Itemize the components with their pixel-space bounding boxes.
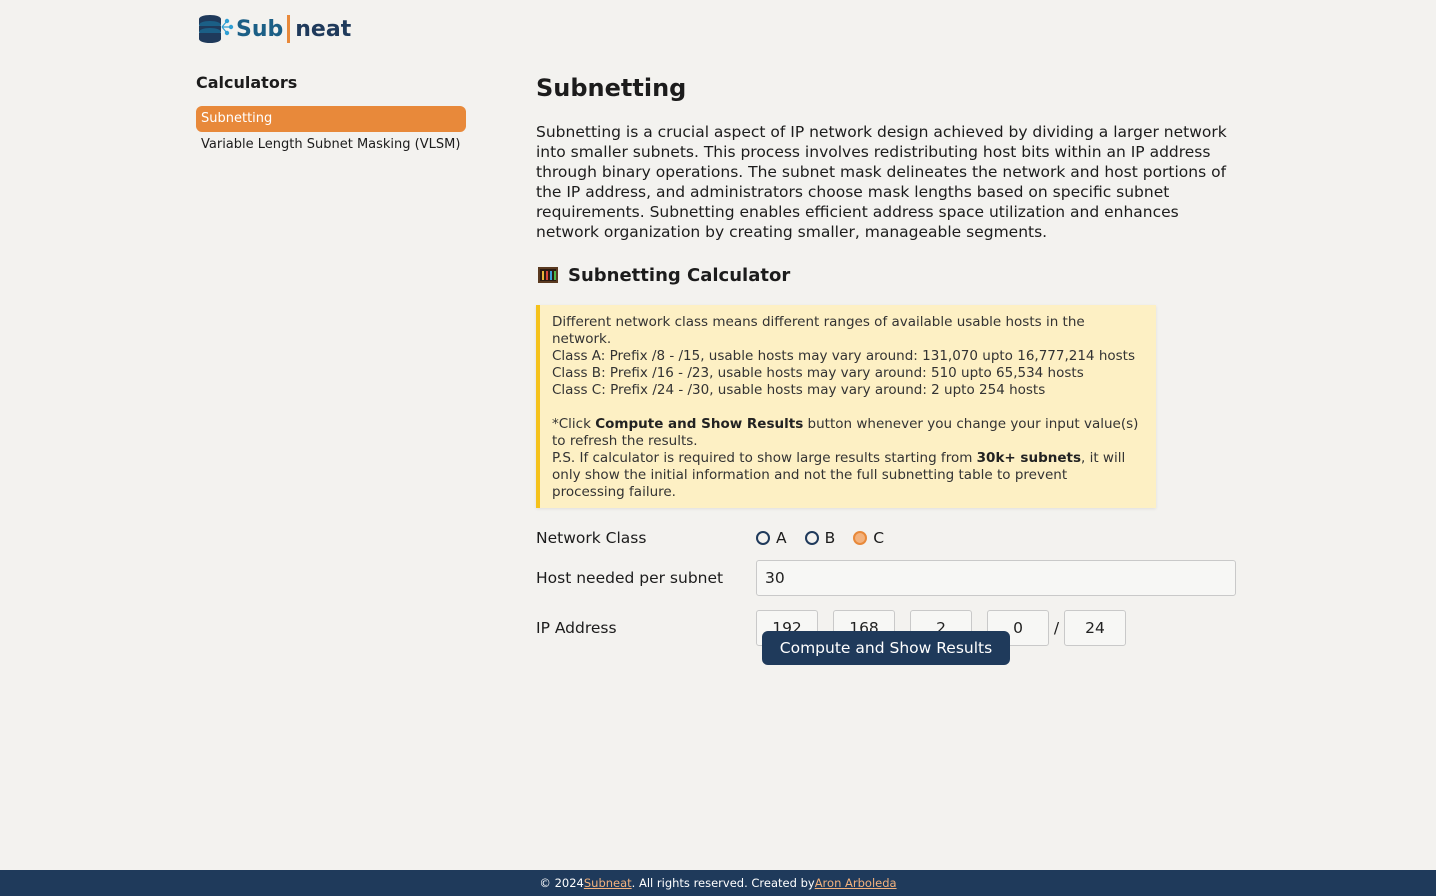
hosts-label: Host needed per subnet xyxy=(536,569,724,587)
network-class-label: Network Class xyxy=(536,529,647,547)
class-a-radio[interactable]: A xyxy=(756,529,787,547)
prefix-input[interactable] xyxy=(1064,610,1126,646)
ip-address-label: IP Address xyxy=(536,619,617,637)
brand-name-sub: Sub xyxy=(236,16,284,42)
footer-copyright: © 2024 xyxy=(539,876,584,890)
note-click-instruction: *Click Compute and Show Results button w… xyxy=(552,416,1144,450)
radio-button[interactable] xyxy=(804,531,819,545)
database-icon xyxy=(198,13,234,45)
brand-divider xyxy=(287,15,291,43)
note-line: Different network class means different … xyxy=(552,314,1085,347)
intro-paragraph: Subnetting is a crucial aspect of IP net… xyxy=(536,123,1227,241)
radio-button[interactable] xyxy=(853,531,868,545)
note-bold-text: 30k+ subnets xyxy=(976,450,1081,466)
note-line: Class A: Prefix /8 - /15, usable hosts m… xyxy=(552,348,1135,364)
abacus-icon xyxy=(538,267,558,283)
sidebar: Calculators Subnetting Variable Length S… xyxy=(196,72,466,158)
network-class-row: Network Class A B C xyxy=(536,527,1240,549)
page-title: Subnetting xyxy=(536,74,687,102)
hosts-row: Host needed per subnet xyxy=(536,560,1240,596)
note-line: Class B: Prefix /16 - /23, usable hosts … xyxy=(552,365,1084,381)
note-ps: P.S. If calculator is required to show l… xyxy=(552,450,1144,501)
prefix-separator: / xyxy=(1053,619,1060,637)
hosts-input[interactable] xyxy=(756,560,1236,596)
footer-text: . All rights reserved. Created by xyxy=(631,876,815,890)
calculator-title: Subnetting Calculator xyxy=(568,264,791,286)
network-class-radio-group: A B C xyxy=(756,529,902,547)
main-content: Subnetting Subnetting is a crucial aspec… xyxy=(536,70,1240,665)
radio-label: A xyxy=(776,529,787,547)
class-c-radio[interactable]: C xyxy=(853,529,884,547)
brand-name: Sub neat xyxy=(236,15,351,43)
note-line: Class C: Prefix /24 - /30, usable hosts … xyxy=(552,382,1046,398)
note-bold-text: Compute and Show Results xyxy=(595,416,804,432)
note-text: P.S. If calculator is required to show l… xyxy=(552,450,977,466)
sidebar-item-subnetting[interactable]: Subnetting xyxy=(196,106,466,132)
compute-button[interactable]: Compute and Show Results xyxy=(762,631,1010,665)
footer-brand-link[interactable]: Subneat xyxy=(584,876,632,890)
radio-label: B xyxy=(824,529,836,547)
radio-button[interactable] xyxy=(756,531,770,545)
footer: © 2024 Subneat. All rights reserved. Cre… xyxy=(0,870,1436,896)
class-b-radio[interactable]: B xyxy=(804,529,836,547)
info-note: Different network class means different … xyxy=(536,305,1156,508)
brand-logo[interactable]: Sub neat xyxy=(198,12,351,46)
footer-author-link[interactable]: Aron Arboleda xyxy=(815,876,897,890)
radio-label: C xyxy=(873,529,885,547)
brand-name-neat: neat xyxy=(295,16,352,42)
sidebar-item-vlsm[interactable]: Variable Length Subnet Masking (VLSM) xyxy=(196,132,466,158)
sidebar-title: Calculators xyxy=(196,73,298,92)
note-text: *Click xyxy=(552,416,596,432)
calculator-heading: Subnetting Calculator xyxy=(536,262,1240,288)
